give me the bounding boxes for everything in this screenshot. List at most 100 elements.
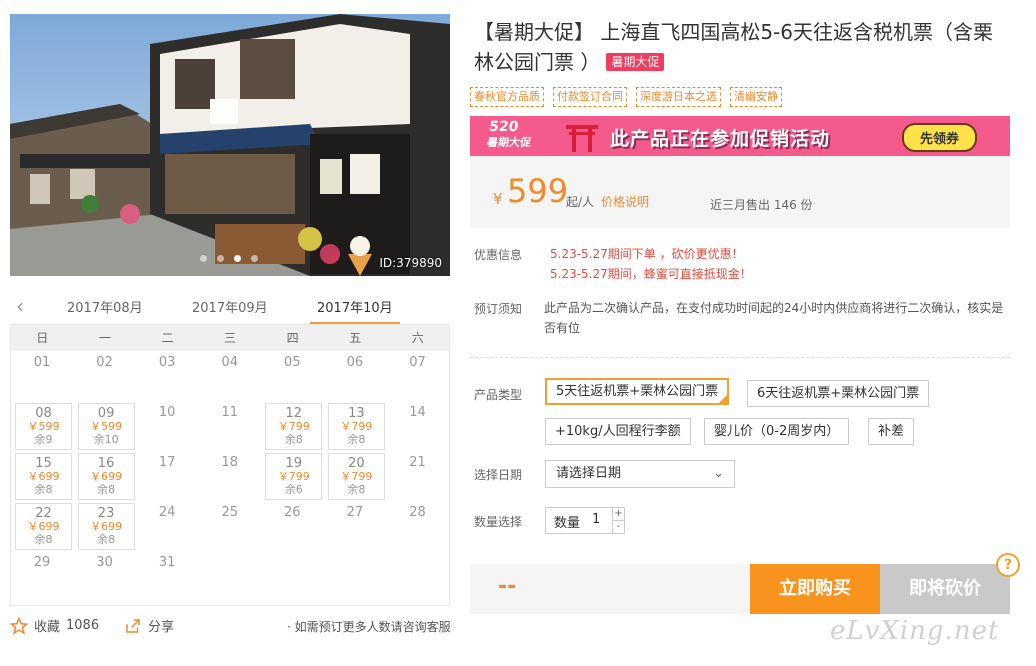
- day-stock: 余6: [284, 483, 303, 496]
- day-number: 21: [409, 455, 426, 470]
- day-number: 31: [158, 555, 176, 570]
- calendar-month-nav: ‹ 2017年08月 2017年09月 2017年10月: [10, 290, 450, 325]
- notice-label: 预订须知: [474, 302, 523, 316]
- day-number: 02: [96, 355, 113, 370]
- banner-badge-top: 520: [488, 119, 520, 135]
- calendar-day: 29: [11, 551, 74, 601]
- tab-month-08[interactable]: 2017年08月: [67, 297, 143, 316]
- calendar-day: 14: [386, 401, 449, 451]
- calendar-day: 21: [386, 451, 449, 501]
- day-price-box[interactable]: 19 ￥799 余6: [265, 453, 323, 500]
- share-button[interactable]: 分享: [124, 616, 174, 635]
- day-number: 14: [409, 405, 426, 420]
- calendar-day-available[interactable]: 12 ￥799 余8: [261, 401, 324, 451]
- calendar-day: [324, 551, 387, 601]
- calendar-day-available[interactable]: 09 ￥599 余10: [74, 401, 137, 451]
- calendar-day-available[interactable]: 19 ￥799 余6: [261, 451, 324, 501]
- calendar-day-available[interactable]: 08 ￥599 余9: [11, 401, 74, 451]
- day-number: 04: [221, 355, 238, 370]
- weekday-label: 四: [286, 331, 299, 345]
- product-title-text: 【暑期大促】 上海直飞四国高松5-6天往返含税机票（含栗林公园门票 ）: [474, 20, 994, 74]
- day-number: 22: [35, 506, 52, 521]
- day-price: ￥599: [27, 420, 60, 433]
- promo-banner[interactable]: 520 暑期大促 此产品正在参加促销活动 先领券: [470, 116, 1010, 156]
- calendar-week-row: 01 02 03 04 05 06 07: [11, 351, 449, 401]
- quantity-field-label: 数量: [554, 516, 581, 531]
- day-number: 27: [346, 505, 364, 520]
- share-icon: [126, 618, 140, 633]
- day-price-box[interactable]: 09 ￥599 余10: [77, 403, 135, 450]
- buy-now-button[interactable]: 立即购买: [750, 564, 880, 614]
- day-stock: 余8: [97, 483, 116, 496]
- product-type-label: 产品类型: [474, 388, 523, 402]
- banner-badge-bottom: 暑期大促: [486, 136, 532, 149]
- weekday-label: 二: [161, 331, 174, 345]
- slide-dot[interactable]: [217, 255, 224, 262]
- option-5day-ticket[interactable]: 5天往返机票+栗林公园门票: [545, 378, 730, 405]
- option-price-difference[interactable]: 补差: [868, 418, 915, 445]
- day-number: 19: [285, 456, 303, 471]
- day-number: 16: [97, 456, 115, 471]
- quantity-stepper[interactable]: 数量 1 + -: [545, 507, 625, 534]
- quantity-increment-button[interactable]: +: [612, 508, 624, 521]
- price-explain-link[interactable]: 价格说明: [601, 193, 649, 210]
- calendar-day-available[interactable]: 20 ￥799 余8: [324, 451, 387, 501]
- feature-tag: 深度游日本之选: [636, 87, 721, 107]
- day-price: ￥799: [340, 470, 373, 483]
- weekday-label: 三: [224, 331, 237, 345]
- product-title: 【暑期大促】 上海直飞四国高松5-6天往返含税机票（含栗林公园门票 ）暑期大促: [474, 17, 994, 77]
- day-price-box[interactable]: 13 ￥799 余8: [327, 403, 385, 450]
- price-unit: 起/人: [566, 195, 595, 209]
- bargain-soon-button[interactable]: 即将砍价: [880, 564, 1010, 614]
- day-number: 01: [33, 355, 51, 370]
- calendar-day-available[interactable]: 16 ￥699 余8: [74, 451, 137, 501]
- favorite-button[interactable]: 收藏 1086: [10, 616, 99, 635]
- day-price: ￥699: [90, 470, 123, 483]
- weekday-header: 日 一 二 三 四 五 六: [11, 325, 449, 351]
- quantity-label: 数量选择: [474, 515, 523, 529]
- chevron-left-icon[interactable]: ‹: [16, 294, 24, 318]
- calendar-day: 25: [199, 501, 262, 551]
- day-price-box[interactable]: 15 ￥699 余8: [15, 453, 72, 500]
- day-price-box[interactable]: 12 ￥799 余8: [265, 403, 323, 450]
- day-price-box[interactable]: 08 ￥599 余9: [15, 403, 72, 450]
- quantity-decrement-button[interactable]: -: [612, 521, 624, 534]
- day-price: ￥799: [277, 420, 310, 433]
- quantity-value[interactable]: 1: [592, 512, 600, 527]
- consult-link[interactable]: · 如需预订更多人数请咨询客服: [287, 618, 451, 635]
- day-number: 03: [158, 355, 176, 370]
- get-coupon-button[interactable]: 先领券: [902, 123, 978, 152]
- tab-month-10-active[interactable]: 2017年10月: [317, 297, 393, 316]
- day-price-box[interactable]: 16 ￥699 余8: [77, 453, 135, 500]
- day-number: 06: [346, 355, 364, 370]
- currency-symbol: ¥: [493, 190, 503, 208]
- tab-month-09[interactable]: 2017年09月: [192, 297, 268, 316]
- calendar-day: 31: [136, 551, 199, 601]
- day-price-box[interactable]: 23 ￥699 余8: [77, 503, 135, 550]
- day-price: ￥799: [277, 470, 310, 483]
- calendar-day-available[interactable]: 23 ￥699 余8: [74, 501, 137, 551]
- calendar-week-row: 15 ￥699 余8 16 ￥699 余8 17 18 19 ￥799 余6 20 ￥799 余8 21: [11, 451, 449, 501]
- calendar-day: 02: [74, 351, 137, 401]
- calendar-day: 10: [136, 401, 199, 451]
- day-number: 25: [221, 505, 238, 520]
- slide-dot[interactable]: [251, 255, 258, 262]
- day-price-box[interactable]: 22 ￥699 余8: [15, 503, 72, 550]
- slide-dot[interactable]: [200, 255, 207, 262]
- day-price-box[interactable]: 20 ￥799 余8: [327, 453, 385, 500]
- calendar-day-available[interactable]: 13 ￥799 余8: [324, 401, 387, 451]
- date-select[interactable]: 请选择日期 ⌄: [545, 460, 735, 488]
- summer-sale-tag: 暑期大促: [606, 53, 665, 71]
- product-photo[interactable]: ID:379890: [10, 14, 450, 276]
- day-stock: 余8: [97, 533, 116, 546]
- calendar-day-available[interactable]: 15 ￥699 余8: [11, 451, 74, 501]
- option-extra-luggage[interactable]: +10kg/人回程行李额: [545, 418, 691, 445]
- slide-dot-active[interactable]: [234, 255, 241, 262]
- calendar-day: [386, 551, 449, 601]
- day-number: 23: [97, 506, 115, 521]
- option-6day-ticket[interactable]: 6天往返机票+栗林公园门票: [747, 380, 930, 407]
- slide-dots[interactable]: [200, 255, 258, 262]
- calendar-day-available[interactable]: 22 ￥699 余8: [11, 501, 74, 551]
- help-icon[interactable]: ?: [996, 553, 1020, 577]
- option-infant-price[interactable]: 婴儿价（0-2周岁内）: [704, 418, 850, 445]
